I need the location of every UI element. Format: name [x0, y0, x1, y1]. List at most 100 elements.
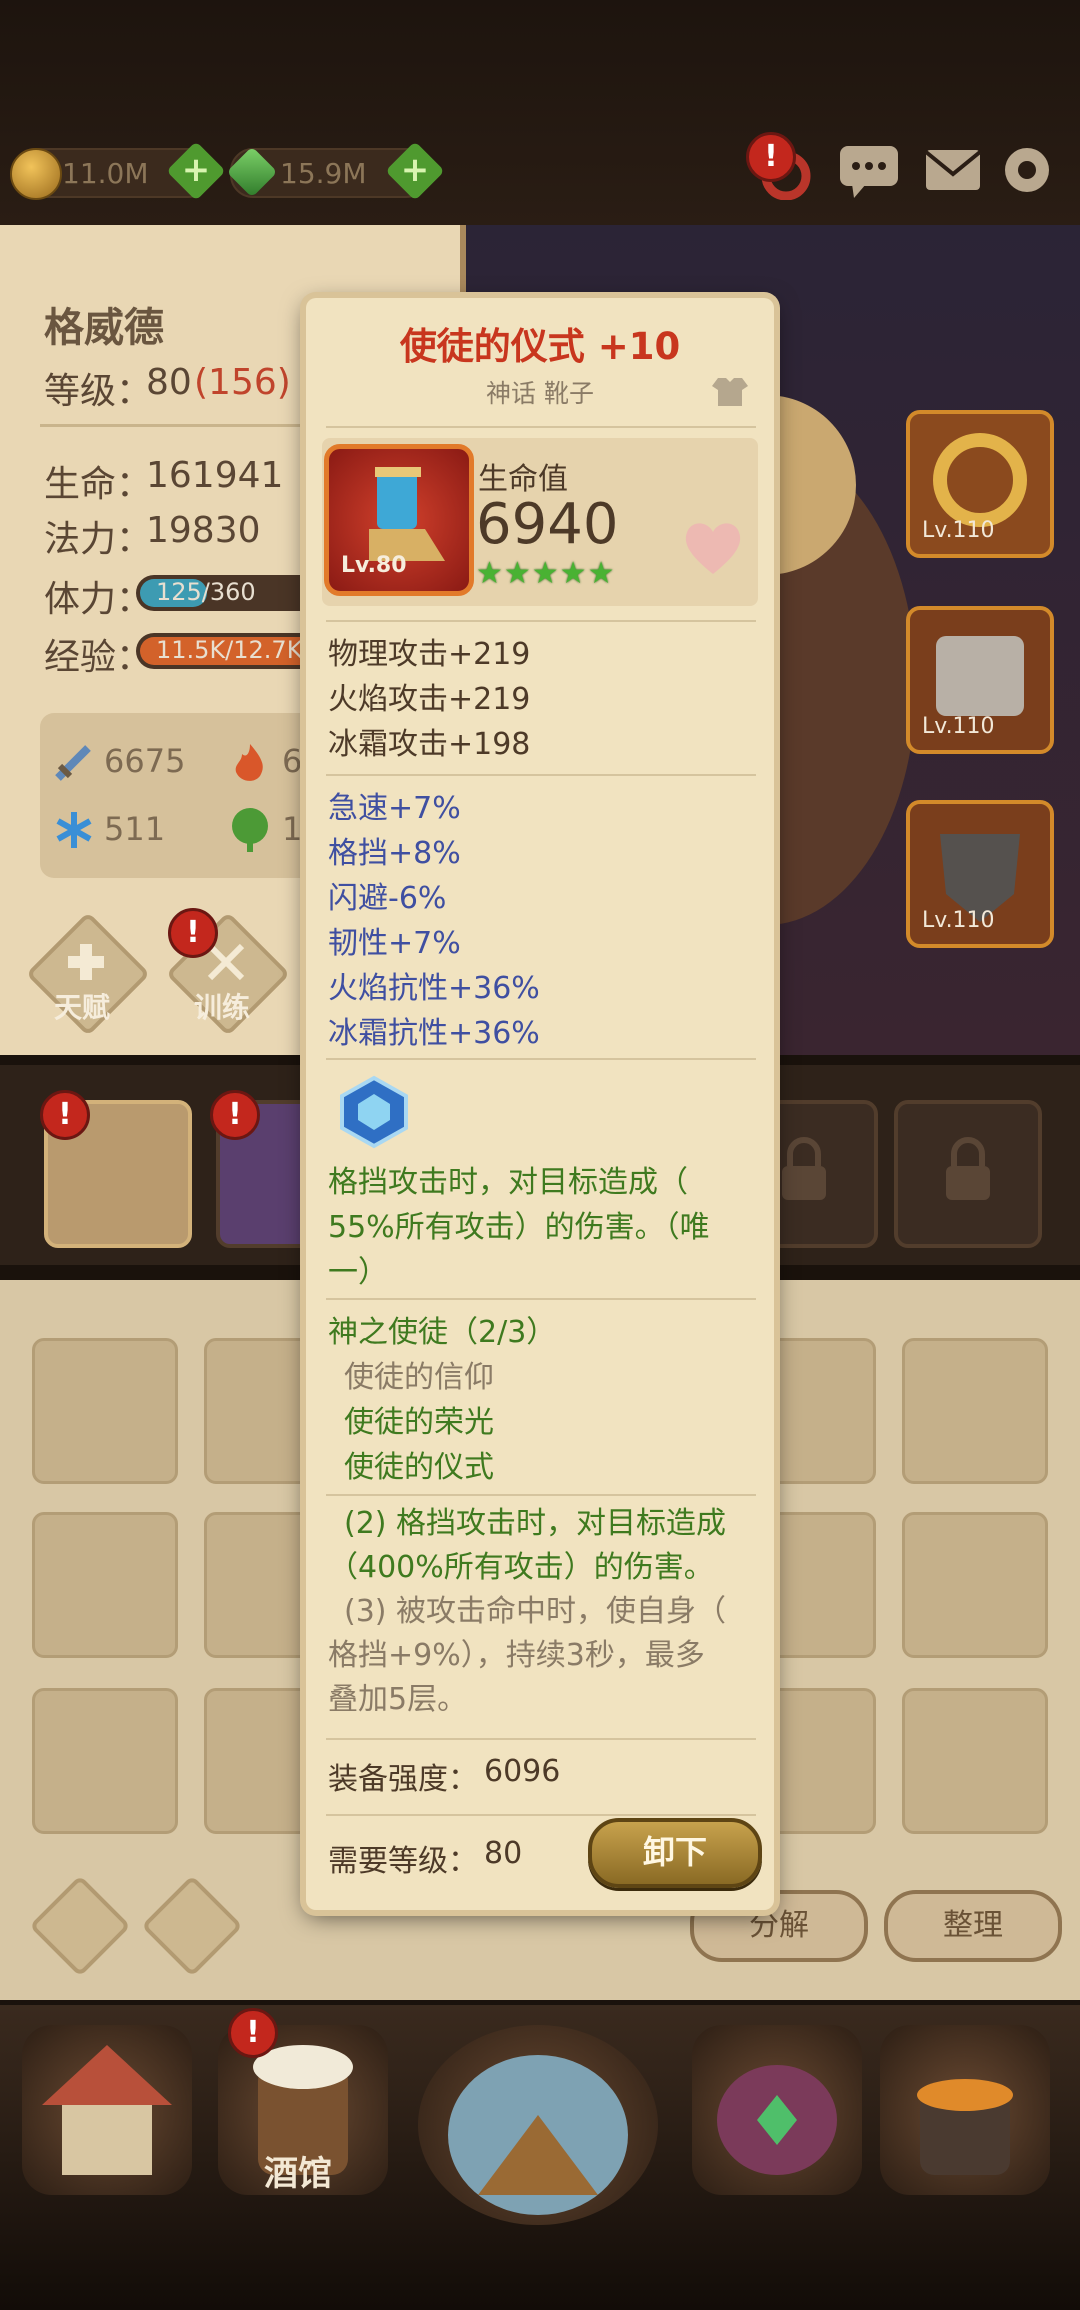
- power-label: 装备强度：: [328, 1762, 478, 1797]
- sort-button[interactable]: 整理: [884, 1890, 1062, 1962]
- effect-line: 一）: [328, 1255, 388, 1290]
- effect-line: 55%所有攻击）的伤害。（唯: [328, 1210, 710, 1245]
- add-gem-icon[interactable]: [385, 141, 445, 201]
- inventory-cell[interactable]: [902, 1688, 1048, 1834]
- home-nav-icon[interactable]: [22, 2025, 192, 2195]
- hp-label: 生命：: [44, 464, 153, 505]
- stamina-text: 125/360: [156, 578, 256, 606]
- gem-icon: [226, 146, 278, 198]
- required-level-label: 需要等级：: [328, 1844, 478, 1879]
- required-level-value: 80: [484, 1836, 523, 1871]
- hero-slot-1-alert: !: [40, 1090, 90, 1140]
- shop-nav-icon[interactable]: [692, 2025, 862, 2195]
- secondary-stats: 急速+7% 格挡+8% 闪避-6% 韧性+7% 火焰抗性+36% 冰霜抗性+36…: [328, 786, 540, 1056]
- shield-slot-level: Lv.110: [922, 908, 995, 933]
- inventory-cell[interactable]: [32, 1688, 178, 1834]
- add-gold-icon[interactable]: [166, 141, 226, 201]
- ring-slot[interactable]: Lv.110: [906, 410, 1054, 558]
- attack-value: 6675: [104, 742, 186, 780]
- gold-coin-icon: [10, 148, 62, 200]
- stat-line: 物理攻击+219: [328, 637, 531, 672]
- heart-icon: [678, 512, 748, 582]
- bonus-line: （400%所有攻击）的伤害。: [328, 1550, 714, 1585]
- set-bonus-2: (2) 格挡攻击时，对目标造成 （400%所有攻击）的伤害。: [328, 1502, 726, 1590]
- set-piece: 使徒的信仰: [344, 1360, 494, 1395]
- primary-stats: 物理攻击+219 火焰攻击+219 冰霜攻击+198: [328, 632, 530, 767]
- bonus-line: (3) 被攻击命中时，使自身（: [344, 1594, 727, 1629]
- item-icon-level: Lv.80: [341, 553, 407, 578]
- effect-line: 格挡攻击时，对目标造成（: [328, 1165, 688, 1200]
- hero-level-label: 等级：: [44, 371, 153, 412]
- train-label: 训练: [194, 991, 251, 1024]
- unequip-button[interactable]: 卸下: [588, 1818, 762, 1888]
- stat-line: 闪避-6%: [328, 881, 447, 916]
- hero-level: 80: [146, 362, 192, 403]
- armor-slot[interactable]: Lv.110: [906, 606, 1054, 754]
- tavern-alert-badge: !: [228, 2008, 278, 2058]
- exp-text: 11.5K/12.7K: [156, 636, 303, 664]
- talent-label: 天赋: [54, 991, 111, 1024]
- plus-cross-icon: [66, 942, 106, 982]
- item-stars: ★★★★★: [476, 556, 615, 591]
- set-name: 神之使徒（2/3）: [328, 1315, 557, 1350]
- stat-line: 冰霜攻击+198: [328, 727, 531, 762]
- item-rarity: 神话 靴子: [486, 379, 594, 408]
- main-stat-value: 6940: [476, 492, 619, 557]
- inventory-cell[interactable]: [32, 1338, 178, 1484]
- set-pieces: 使徒的信仰 使徒的荣光 使徒的仪式: [344, 1355, 494, 1490]
- locked-slot-2[interactable]: [894, 1100, 1042, 1248]
- ice-icon: [52, 808, 96, 852]
- nature-value: 1: [282, 810, 303, 848]
- forge-nav-icon[interactable]: [880, 2025, 1050, 2195]
- stat-line: 火焰攻击+219: [328, 682, 531, 717]
- inventory-cell[interactable]: [32, 1512, 178, 1658]
- stat-line: 火焰抗性+36%: [328, 971, 540, 1006]
- fire-value: 6: [282, 742, 303, 780]
- inventory-cell[interactable]: [902, 1512, 1048, 1658]
- gem-socket-icon: [336, 1074, 412, 1150]
- fire-icon: [228, 740, 272, 784]
- ring-slot-level: Lv.110: [922, 518, 995, 543]
- stat-line: 急速+7%: [328, 791, 461, 826]
- set-piece: 使徒的仪式: [344, 1450, 494, 1485]
- divider: [326, 1298, 756, 1300]
- gold-value: 11.0M: [62, 157, 149, 190]
- divider: [326, 774, 756, 776]
- sword-icon: [52, 740, 96, 784]
- ring-alert-badge: !: [746, 132, 796, 182]
- unique-effect: 格挡攻击时，对目标造成（ 55%所有攻击）的伤害。（唯 一）: [328, 1160, 710, 1295]
- ice-value: 511: [104, 810, 166, 848]
- stat-line: 冰霜抗性+36%: [328, 1016, 540, 1051]
- nature-icon: [228, 806, 272, 854]
- divider: [326, 1814, 756, 1816]
- divider: [326, 620, 756, 622]
- inventory-cell[interactable]: [902, 1338, 1048, 1484]
- hero-level-extra: (156): [194, 362, 291, 403]
- divider: [326, 426, 756, 428]
- mp-label: 法力：: [44, 519, 153, 560]
- lock-icon: [946, 1137, 990, 1200]
- set-bonus-3: (3) 被攻击命中时，使自身（ 格挡+9%），持续3秒，最多 叠加5层。: [328, 1590, 726, 1722]
- gem-value: 15.9M: [280, 157, 367, 190]
- shield-slot[interactable]: Lv.110: [906, 800, 1054, 948]
- adventure-portal-icon[interactable]: [418, 2025, 658, 2225]
- settings-icon[interactable]: [1000, 140, 1066, 200]
- tavern-label: 酒馆: [264, 2154, 332, 2194]
- mail-icon[interactable]: [920, 140, 986, 200]
- hero-slot-2-alert: !: [210, 1090, 260, 1140]
- power-value: 6096: [484, 1754, 561, 1789]
- stat-line: 格挡+8%: [328, 836, 461, 871]
- bonus-line: 叠加5层。: [328, 1682, 468, 1717]
- stat-line: 韧性+7%: [328, 926, 461, 961]
- hero-name: 格威德: [44, 305, 164, 351]
- item-icon-frame: Lv.80: [324, 444, 474, 596]
- divider: [326, 1494, 756, 1496]
- star-rating: ★★★★★: [476, 556, 616, 591]
- hp-value: 161941: [146, 455, 284, 496]
- top-bar: 11.0M 15.9M !: [0, 0, 1080, 225]
- bonus-line: (2) 格挡攻击时，对目标造成: [344, 1506, 727, 1541]
- item-tooltip: 使徒的仪式 +10 神话 靴子 Lv.80 生命值 6940 ★★★★★ 物理攻…: [306, 298, 774, 1910]
- chat-icon[interactable]: [836, 140, 902, 200]
- mp-value: 19830: [146, 510, 261, 551]
- shirt-icon: [710, 374, 750, 408]
